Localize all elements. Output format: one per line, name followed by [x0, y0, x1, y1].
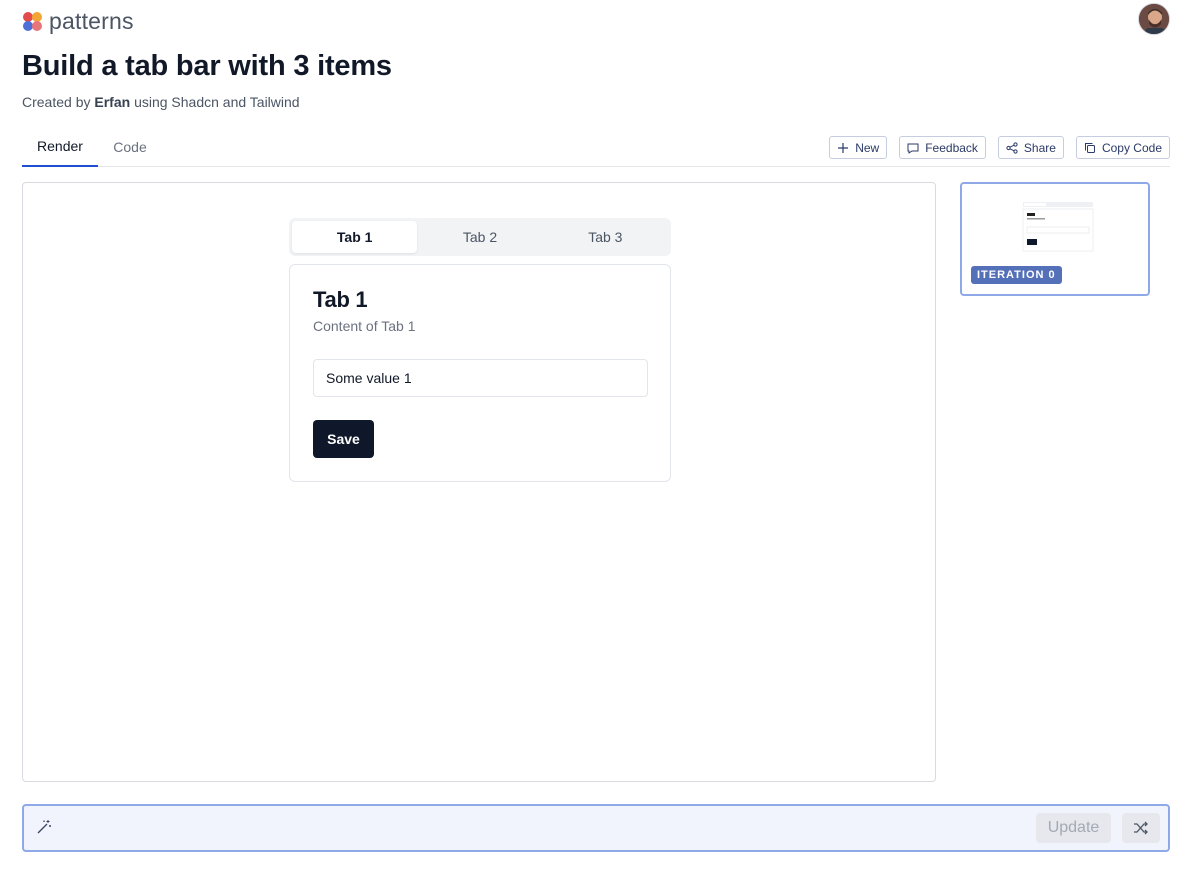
view-tabs: Render Code New Feedback Share Copy Code: [22, 127, 1170, 167]
preview-tab-list: Tab 1 Tab 2 Tab 3: [289, 218, 671, 256]
prompt-bar: Update: [22, 804, 1170, 852]
new-button[interactable]: New: [829, 136, 888, 159]
byline-suffix: using Shadcn and Tailwind: [134, 94, 300, 110]
top-bar: patterns: [22, 6, 1170, 36]
magic-wand-icon: [37, 820, 51, 834]
copy-icon: [1084, 142, 1095, 153]
byline-prefix: Created by: [22, 94, 91, 110]
feedback-button-label: Feedback: [925, 140, 978, 155]
action-toolbar: New Feedback Share Copy Code: [829, 136, 1170, 159]
render-preview: Tab 1 Tab 2 Tab 3 Tab 1 Content of Tab 1…: [22, 182, 936, 782]
iteration-thumbnail: [1019, 200, 1097, 254]
feedback-button[interactable]: Feedback: [899, 136, 986, 159]
preview-tab-1[interactable]: Tab 1: [292, 221, 418, 253]
author-name[interactable]: Erfan: [94, 94, 130, 110]
card-description: Content of Tab 1: [313, 318, 416, 334]
share-icon: [1006, 141, 1018, 154]
brand-name: patterns: [49, 7, 134, 34]
avatar[interactable]: [1138, 3, 1170, 35]
update-button[interactable]: Update: [1036, 813, 1111, 843]
share-button-label: Share: [1023, 140, 1056, 155]
shuffle-button[interactable]: [1122, 813, 1160, 843]
preview-tab-2[interactable]: Tab 2: [417, 221, 542, 253]
patterns-logo-icon: [23, 11, 42, 31]
plus-icon: [838, 142, 849, 153]
tab-render[interactable]: Render: [22, 127, 98, 167]
iteration-card[interactable]: ITERATION 0: [960, 182, 1150, 296]
new-button-label: New: [855, 140, 880, 155]
prompt-input[interactable]: [64, 812, 1024, 844]
share-button[interactable]: Share: [997, 136, 1064, 159]
message-icon: [907, 143, 919, 154]
byline: Created by Erfan using Shadcn and Tailwi…: [22, 94, 300, 110]
save-button[interactable]: Save: [313, 420, 374, 458]
tab-content-card: Tab 1 Content of Tab 1 Save: [289, 264, 671, 482]
value-input[interactable]: [313, 359, 648, 397]
card-title: Tab 1: [313, 287, 368, 312]
page-title: Build a tab bar with 3 items: [22, 50, 392, 82]
copy-code-button[interactable]: Copy Code: [1075, 136, 1170, 159]
shuffle-icon: [1134, 821, 1148, 835]
tab-code[interactable]: Code: [98, 127, 162, 167]
preview-tab-3[interactable]: Tab 3: [543, 221, 668, 253]
iteration-badge: ITERATION 0: [971, 266, 1062, 284]
brand[interactable]: patterns: [22, 8, 134, 35]
copy-code-button-label: Copy Code: [1101, 140, 1162, 155]
